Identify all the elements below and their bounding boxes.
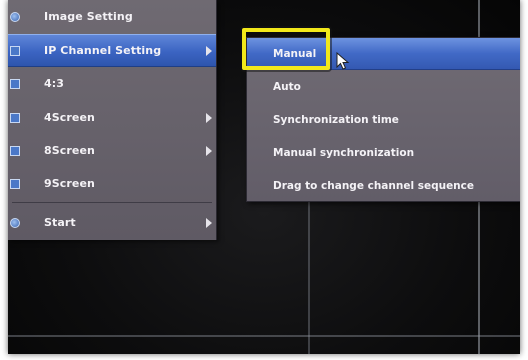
submenu-item-label: Synchronization time — [273, 114, 399, 126]
menu-item-label: 4Screen — [44, 111, 95, 124]
ip-channel-icon — [10, 45, 20, 56]
settings-icon — [10, 11, 20, 22]
menu-item-9screen[interactable]: 9Screen — [8, 167, 216, 200]
menu-item-label: IP Channel Setting — [44, 44, 162, 57]
chevron-right-icon — [206, 145, 212, 156]
menu-item-start[interactable]: Start — [8, 206, 216, 239]
submenu-item-label: Auto — [273, 81, 301, 93]
submenu-item-auto[interactable]: Auto — [247, 71, 520, 103]
menu-divider — [12, 202, 212, 203]
aspect-ratio-icon — [10, 78, 20, 89]
menu-item-label: Start — [44, 216, 76, 229]
start-icon — [10, 217, 20, 228]
submenu-item-label: Drag to change channel sequence — [273, 180, 475, 192]
menu-item-label: 8Screen — [44, 144, 95, 157]
eight-screen-icon — [10, 145, 20, 156]
menu-item-label: 4:3 — [44, 77, 65, 90]
menu-item-4screen[interactable]: 4Screen — [8, 101, 216, 134]
nine-screen-icon — [10, 178, 20, 189]
channel-grid-line — [8, 335, 520, 337]
submenu-item-drag-channel-sequence[interactable]: Drag to change channel sequence — [247, 170, 520, 202]
menu-item-ip-channel-setting[interactable]: IP Channel Setting — [8, 34, 216, 67]
channel-grid-line — [308, 195, 310, 354]
menu-item-aspect-4-3[interactable]: 4:3 — [8, 67, 216, 100]
menu-item-8screen[interactable]: 8Screen — [8, 134, 216, 167]
context-menu: Image Setting IP Channel Setting 4:3 4Sc… — [8, 0, 217, 240]
menu-item-label: Image Setting — [44, 10, 133, 23]
chevron-right-icon — [206, 217, 212, 228]
dvr-screen: Image Setting IP Channel Setting 4:3 4Sc… — [8, 0, 520, 354]
four-screen-icon — [10, 112, 20, 123]
menu-item-image-setting[interactable]: Image Setting — [8, 0, 216, 33]
submenu-item-synchronization-time[interactable]: Synchronization time — [247, 104, 520, 136]
mouse-cursor-icon — [336, 52, 350, 70]
submenu-item-manual-synchronization[interactable]: Manual synchronization — [247, 137, 520, 169]
chevron-right-icon — [206, 45, 212, 56]
yellow-highlight-box — [242, 28, 330, 70]
submenu-item-label: Manual synchronization — [273, 147, 415, 159]
menu-item-label: 9Screen — [44, 177, 95, 190]
chevron-right-icon — [206, 112, 212, 123]
